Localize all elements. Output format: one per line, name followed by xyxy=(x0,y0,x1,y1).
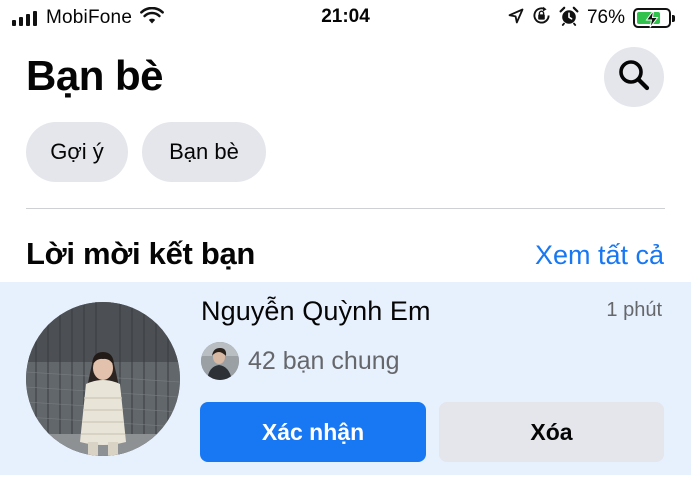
confirm-button[interactable]: Xác nhận xyxy=(200,402,426,462)
status-bar: MobiFone 21:04 76% xyxy=(0,0,691,36)
chip-suggestions[interactable]: Gợi ý xyxy=(26,122,128,182)
mutual-friend-avatar xyxy=(201,342,239,380)
friend-requests-heading: Lời mời kết bạn xyxy=(26,236,256,271)
search-icon xyxy=(617,58,651,97)
request-name[interactable]: Nguyễn Quỳnh Em xyxy=(201,296,431,327)
battery-percent: 76% xyxy=(586,7,625,28)
rotation-lock-icon xyxy=(532,6,551,30)
search-button[interactable] xyxy=(604,47,664,107)
status-right: 76% xyxy=(508,5,675,31)
delete-button[interactable]: Xóa xyxy=(439,402,664,462)
divider xyxy=(26,208,665,209)
page-title: Bạn bè xyxy=(26,52,164,99)
chip-friends[interactable]: Bạn bè xyxy=(142,122,266,182)
battery-charging-icon xyxy=(633,8,675,28)
avatar[interactable] xyxy=(26,302,180,456)
see-all-link[interactable]: Xem tất cả xyxy=(535,240,664,271)
alarm-icon xyxy=(559,6,579,31)
location-icon xyxy=(508,8,524,29)
request-time: 1 phút xyxy=(606,299,662,321)
mutual-friends-count: 42 bạn chung xyxy=(248,347,400,375)
